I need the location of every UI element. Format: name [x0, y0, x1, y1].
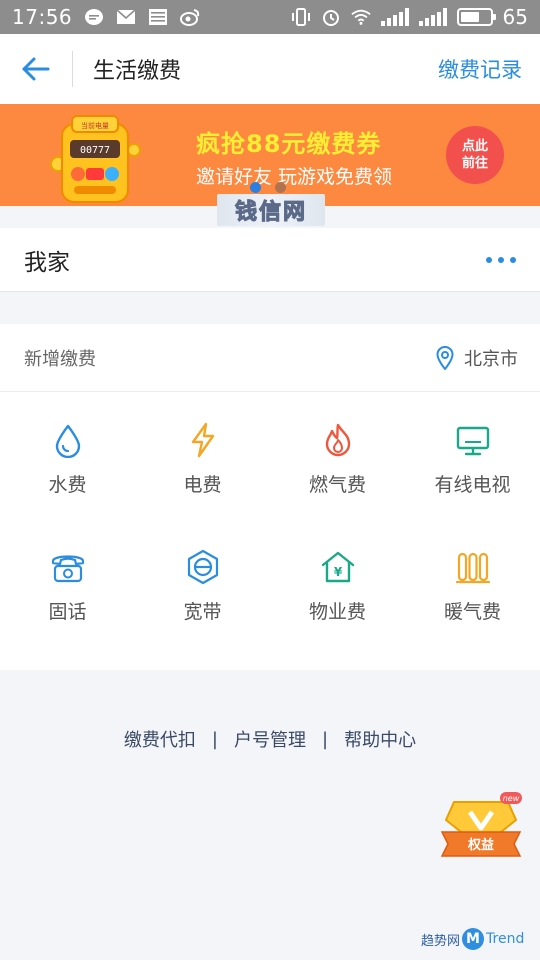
bill-type-label: 物业费 — [308, 601, 366, 623]
account-management-link[interactable]: 户号管理 — [234, 726, 306, 752]
weibo-icon — [180, 9, 200, 26]
status-left: 17:56 — [12, 5, 200, 29]
bill-type-label: 电费 — [183, 474, 222, 496]
more-dots-icon[interactable] — [486, 256, 516, 263]
bill-type-label: 燃气费 — [308, 474, 366, 496]
pagination-dot[interactable] — [250, 182, 261, 193]
watermark-text: 趋势网 — [421, 933, 461, 949]
banner-cta-line1: 点此 — [461, 139, 488, 154]
status-time: 17:56 — [12, 5, 73, 29]
new-bill-title: 新增缴费 — [24, 348, 96, 370]
signal-icon — [380, 8, 409, 26]
lightning-icon — [191, 422, 214, 458]
alarm-icon — [322, 10, 339, 26]
banner-subtitle: 邀请好友 玩游戏免费领 — [196, 166, 393, 188]
city-label: 北京市 — [464, 348, 518, 370]
bill-type-landline[interactable]: 固话 — [0, 519, 135, 646]
property-house-icon: ¥ — [321, 551, 354, 583]
bill-type-broadband[interactable]: 宽带 — [135, 519, 270, 646]
help-center-link[interactable]: 帮助中心 — [344, 726, 416, 752]
banner-pagination — [250, 182, 286, 193]
flame-icon — [325, 423, 350, 457]
footer-separator: | — [322, 728, 329, 750]
wifi-icon — [350, 9, 371, 25]
svg-text:¥: ¥ — [333, 565, 342, 579]
news-icon — [149, 9, 168, 25]
bill-type-label: 有线电视 — [434, 474, 511, 496]
footer-links: 缴费代扣 | 户号管理 | 帮助中心 — [0, 726, 540, 752]
auto-debit-link[interactable]: 缴费代扣 — [124, 726, 196, 752]
bill-type-label: 暖气费 — [443, 601, 501, 623]
bill-type-electricity[interactable]: 电费 — [135, 392, 270, 519]
status-right: 65 — [291, 5, 528, 29]
new-bill-header: 新增缴费 北京市 — [0, 324, 540, 392]
chat-icon — [85, 9, 104, 25]
machine-top-label: 当前电量 — [81, 121, 109, 130]
broadband-icon — [187, 549, 218, 585]
battery-icon — [456, 8, 496, 26]
back-button[interactable] — [0, 34, 72, 104]
new-bill-panel: 新增缴费 北京市 水费 电费 燃气费 有线电视 固话 宽带 ¥ 物业费 暖气费 — [0, 324, 540, 670]
benefits-badge[interactable]: 权益 new — [440, 792, 522, 866]
footer-separator: | — [211, 728, 218, 750]
home-group-card[interactable]: 我家 — [0, 228, 540, 292]
bill-type-property[interactable]: ¥ 物业费 — [270, 519, 405, 646]
water-drop-icon — [55, 424, 80, 458]
new-tag: new — [503, 794, 520, 803]
mail-icon — [116, 9, 136, 24]
bill-history-link[interactable]: 缴费记录 — [438, 54, 522, 84]
location-pin-icon — [436, 345, 454, 370]
radiator-icon — [455, 552, 490, 584]
battery-percent: 65 — [502, 5, 528, 29]
watermark-logo-letter: M — [462, 928, 485, 950]
back-arrow-icon — [22, 57, 50, 81]
pagination-dot[interactable] — [275, 182, 286, 193]
machine-screen: 00777 — [80, 145, 110, 156]
banner-cta-line2: 前往 — [461, 156, 488, 171]
bill-type-label: 水费 — [48, 474, 87, 496]
benefits-label: 权益 — [467, 837, 494, 853]
watermark-trend: 趋势网 M Trend — [421, 928, 524, 950]
bill-type-label: 宽带 — [183, 601, 222, 623]
nav-bar: 生活缴费 缴费记录 — [0, 34, 540, 104]
telephone-icon — [51, 555, 84, 583]
watermark-logo: 钱信网 — [217, 194, 325, 226]
vibrate-icon — [291, 8, 310, 26]
signal-icon — [418, 8, 447, 26]
tv-icon — [456, 426, 489, 456]
battery-fill — [460, 12, 479, 22]
promo-banner[interactable]: 当前电量 00777 疯抢88元缴费券 邀请好友 玩游戏免费领 点此 前往 — [0, 104, 540, 206]
bill-type-heating[interactable]: 暖气费 — [405, 519, 540, 646]
bill-type-label: 固话 — [48, 601, 87, 623]
bill-type-cable-tv[interactable]: 有线电视 — [405, 392, 540, 519]
status-bar: 17:56 65 — [0, 0, 540, 34]
home-group-title: 我家 — [24, 249, 70, 276]
slot-machine-icon: 当前电量 00777 — [50, 115, 141, 203]
bill-type-grid: 水费 电费 燃气费 有线电视 固话 宽带 ¥ 物业费 暖气费 — [0, 392, 540, 646]
city-selector[interactable]: 北京市 — [436, 345, 518, 371]
banner-go-button[interactable]: 点此 前往 — [446, 126, 504, 184]
banner-title: 疯抢88元缴费券 — [196, 130, 382, 158]
page-title: 生活缴费 — [93, 59, 182, 84]
watermark-brand: Trend — [486, 931, 525, 947]
bill-type-gas[interactable]: 燃气费 — [270, 392, 405, 519]
bill-type-water[interactable]: 水费 — [0, 392, 135, 519]
nav-divider — [72, 51, 73, 87]
